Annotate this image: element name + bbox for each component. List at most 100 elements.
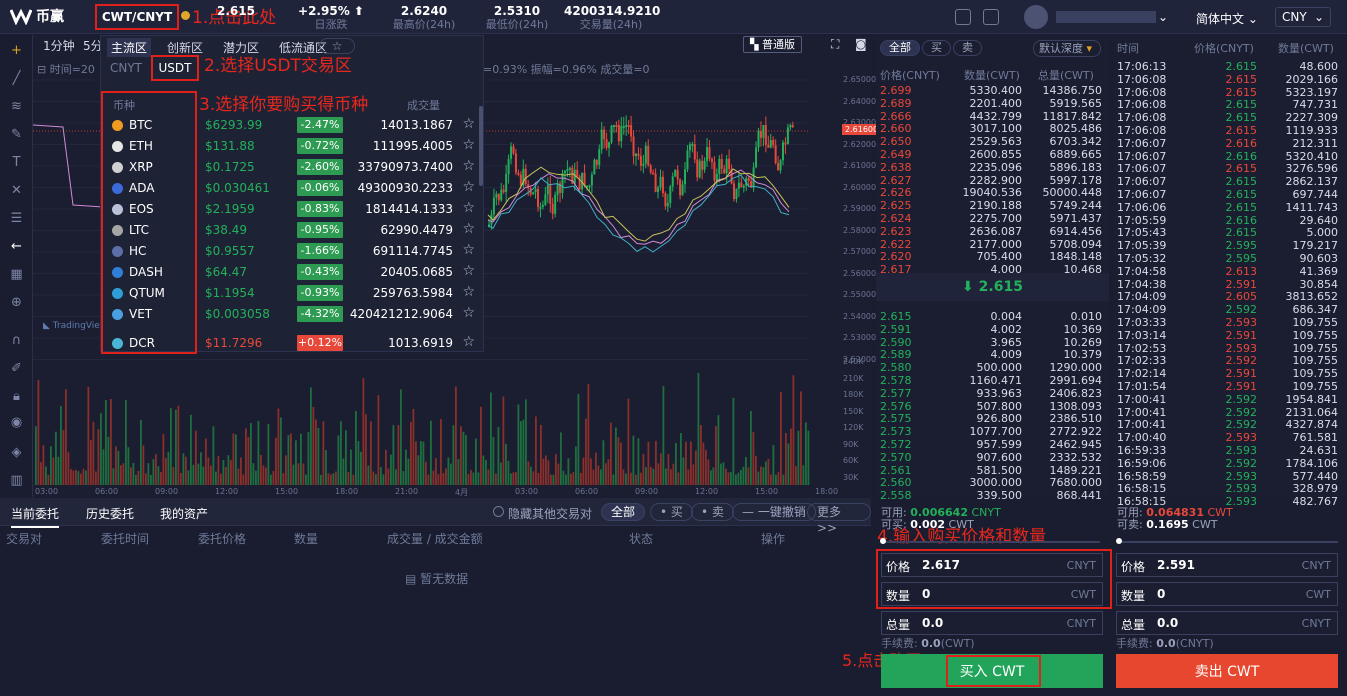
bid-row[interactable]: 2.590 3.965 10.269 xyxy=(876,336,1109,349)
ask-row[interactable]: 2.638 2235.096 5896.183 xyxy=(876,161,1109,174)
cancel-all-button[interactable]: — 一键撤销 xyxy=(732,503,816,521)
bid-row[interactable]: 2.558 339.500 868.441 xyxy=(876,490,1109,502)
layers-icon[interactable]: ◈ xyxy=(9,445,24,460)
pattern-icon[interactable]: ✕ xyxy=(9,183,24,198)
sell-qty-value[interactable]: 0 xyxy=(1157,587,1165,601)
star-icon[interactable]: ☆ xyxy=(462,305,475,321)
zoom-icon[interactable]: ⊕ xyxy=(9,295,24,310)
filter-sell[interactable]: • 卖 xyxy=(691,503,734,521)
favorites-tab[interactable]: ☆ xyxy=(319,38,355,54)
trendline-icon[interactable]: ╱ xyxy=(9,71,24,86)
subtab-usdt[interactable]: USDT xyxy=(151,55,199,81)
ask-row[interactable]: 2.660 3017.100 8025.486 xyxy=(876,123,1109,135)
buy-total-field[interactable]: 总量 0.0 CNYT xyxy=(881,611,1103,635)
fib-icon[interactable]: ☰ xyxy=(9,211,24,226)
buy-price-value[interactable]: 2.617 xyxy=(922,558,960,572)
bid-row[interactable]: 2.572 957.599 2462.945 xyxy=(876,439,1109,451)
avatar[interactable] xyxy=(1024,5,1048,29)
star-icon[interactable]: ☆ xyxy=(462,221,475,237)
bid-row[interactable]: 2.570 907.600 2332.532 xyxy=(876,451,1109,464)
hide-others-radio[interactable] xyxy=(493,506,504,517)
market-row[interactable]: DCR $11.7296 +0.12% 1013.6919 ☆ xyxy=(101,333,485,354)
market-row[interactable]: ETH $131.88 -0.72% 111995.4005 ☆ xyxy=(101,136,485,157)
bid-row[interactable]: 2.561 581.500 1489.221 xyxy=(876,464,1109,477)
ask-row[interactable]: 2.620 705.400 1848.148 xyxy=(876,251,1109,263)
bid-row[interactable]: 2.575 926.800 2386.510 xyxy=(876,413,1109,425)
bid-row[interactable]: 2.578 1160.471 2991.694 xyxy=(876,375,1109,387)
buy-qty-field[interactable]: 数量 0 CWT xyxy=(881,582,1103,606)
bid-row[interactable]: 2.591 4.002 10.369 xyxy=(876,323,1109,336)
buy-total-value[interactable]: 0.0 xyxy=(922,616,943,630)
lock-icon[interactable]: 🔒︎ xyxy=(9,389,24,404)
ask-row[interactable]: 2.689 2201.400 5919.565 xyxy=(876,97,1109,110)
bid-row[interactable]: 2.573 1077.700 2772.922 xyxy=(876,426,1109,438)
ask-row[interactable]: 2.699 5330.400 14386.750 xyxy=(876,85,1109,97)
text-icon[interactable]: T xyxy=(9,155,24,170)
sell-total-field[interactable]: 总量 0.0 CNYT xyxy=(1116,611,1338,635)
pair-selector-button[interactable]: CWT/CNYT xyxy=(95,4,179,30)
ask-row[interactable]: 2.626 19040.536 50000.448 xyxy=(876,187,1109,199)
pencil-icon[interactable]: ✎ xyxy=(9,127,24,142)
sell-slider-handle[interactable] xyxy=(1116,538,1122,544)
ask-row[interactable]: 2.650 2529.563 6703.342 xyxy=(876,136,1109,148)
star-icon[interactable]: ☆ xyxy=(462,284,475,300)
filter-all[interactable]: 全部 xyxy=(601,503,646,521)
bid-row[interactable]: 2.615 0.004 0.010 xyxy=(876,311,1109,323)
buy-price-field[interactable]: 价格 2.617 CNYT xyxy=(881,553,1103,577)
ask-row[interactable]: 2.624 2275.700 5971.437 xyxy=(876,213,1109,225)
ask-row[interactable]: 2.623 2636.087 6914.456 xyxy=(876,225,1109,238)
chevron-down-icon[interactable]: ⌄ xyxy=(1158,10,1168,24)
subtab-cnyt[interactable]: CNYT xyxy=(110,61,142,75)
ob-tab-all[interactable]: 全部 xyxy=(880,40,920,56)
tab-mainstream[interactable]: 主流区 xyxy=(107,38,152,57)
star-icon[interactable]: ☆ xyxy=(462,263,475,279)
star-icon[interactable]: ☆ xyxy=(462,158,475,174)
bid-row[interactable]: 2.560 3000.000 7680.000 xyxy=(876,477,1109,489)
market-row[interactable]: HC $0.9557 -1.66% 691114.7745 ☆ xyxy=(101,241,485,262)
sell-qty-field[interactable]: 数量 0 CWT xyxy=(1116,582,1338,606)
star-icon[interactable]: ☆ xyxy=(462,179,475,195)
ask-row[interactable]: 2.627 2282.900 5997.178 xyxy=(876,174,1109,187)
market-row[interactable]: BTC $6293.99 -2.47% 14013.1867 ☆ xyxy=(101,115,485,136)
more-button[interactable]: 更多>> xyxy=(807,503,871,535)
ruler-icon[interactable]: ▦ xyxy=(9,267,24,282)
mobile-icon[interactable] xyxy=(955,9,971,25)
bid-row[interactable]: 2.577 933.963 2406.823 xyxy=(876,387,1109,400)
username-masked[interactable] xyxy=(1056,11,1156,23)
market-row[interactable]: ADA $0.030461 -0.06% 49300930.2233 ☆ xyxy=(101,178,485,199)
sell-total-value[interactable]: 0.0 xyxy=(1157,616,1178,630)
market-row[interactable]: VET $0.003058 -4.32% 420421212.9064 ☆ xyxy=(101,304,485,325)
market-row[interactable]: LTC $38.49 -0.95% 62990.4479 ☆ xyxy=(101,220,485,241)
buy-qty-value[interactable]: 0 xyxy=(922,587,930,601)
ob-tab-sell[interactable]: 卖 xyxy=(953,40,982,56)
sell-price-field[interactable]: 价格 2.591 CNYT xyxy=(1116,553,1338,577)
language-selector[interactable]: 简体中文 ⌄ xyxy=(1196,10,1258,27)
logo[interactable]: 币赢 xyxy=(10,6,64,26)
buy-slider-handle[interactable] xyxy=(880,538,886,544)
eye-icon[interactable]: ◉ xyxy=(9,415,24,430)
currency-selector[interactable]: CNY ⌄ xyxy=(1275,7,1331,27)
trash-icon[interactable]: ▥ xyxy=(9,473,24,488)
star-icon[interactable]: ☆ xyxy=(462,334,475,350)
bid-row[interactable]: 2.580 500.000 1290.000 xyxy=(876,362,1109,374)
ask-row[interactable]: 2.622 2177.000 5708.094 xyxy=(876,238,1109,251)
market-row[interactable]: XRP $0.1725 -2.60% 33790973.7400 ☆ xyxy=(101,157,485,178)
magnet-icon[interactable]: ∩ xyxy=(9,333,24,348)
lock-draw-icon[interactable]: ✐ xyxy=(9,361,24,376)
tab-history-orders[interactable]: 历史委托 xyxy=(86,505,134,522)
ob-tab-buy[interactable]: 买 xyxy=(922,40,951,56)
bid-row[interactable]: 2.589 4.009 10.379 xyxy=(876,349,1109,361)
sell-slider[interactable] xyxy=(1118,541,1338,543)
buy-slider[interactable] xyxy=(882,541,1100,543)
filter-buy[interactable]: • 买 xyxy=(650,503,693,521)
back-arrow-icon[interactable]: ← xyxy=(9,239,24,254)
star-icon[interactable]: ☆ xyxy=(462,137,475,153)
market-row[interactable]: QTUM $1.1954 -0.93% 259763.5984 ☆ xyxy=(101,283,485,304)
scrollbar[interactable] xyxy=(479,106,483,186)
bid-row[interactable]: 2.576 507.800 1308.093 xyxy=(876,400,1109,413)
star-icon[interactable]: ☆ xyxy=(462,242,475,258)
tab-potential[interactable]: 潜力区 xyxy=(219,38,263,57)
star-icon[interactable]: ☆ xyxy=(462,116,475,132)
tab-current-orders[interactable]: 当前委托 xyxy=(11,505,60,528)
star-icon[interactable]: ☆ xyxy=(462,200,475,216)
